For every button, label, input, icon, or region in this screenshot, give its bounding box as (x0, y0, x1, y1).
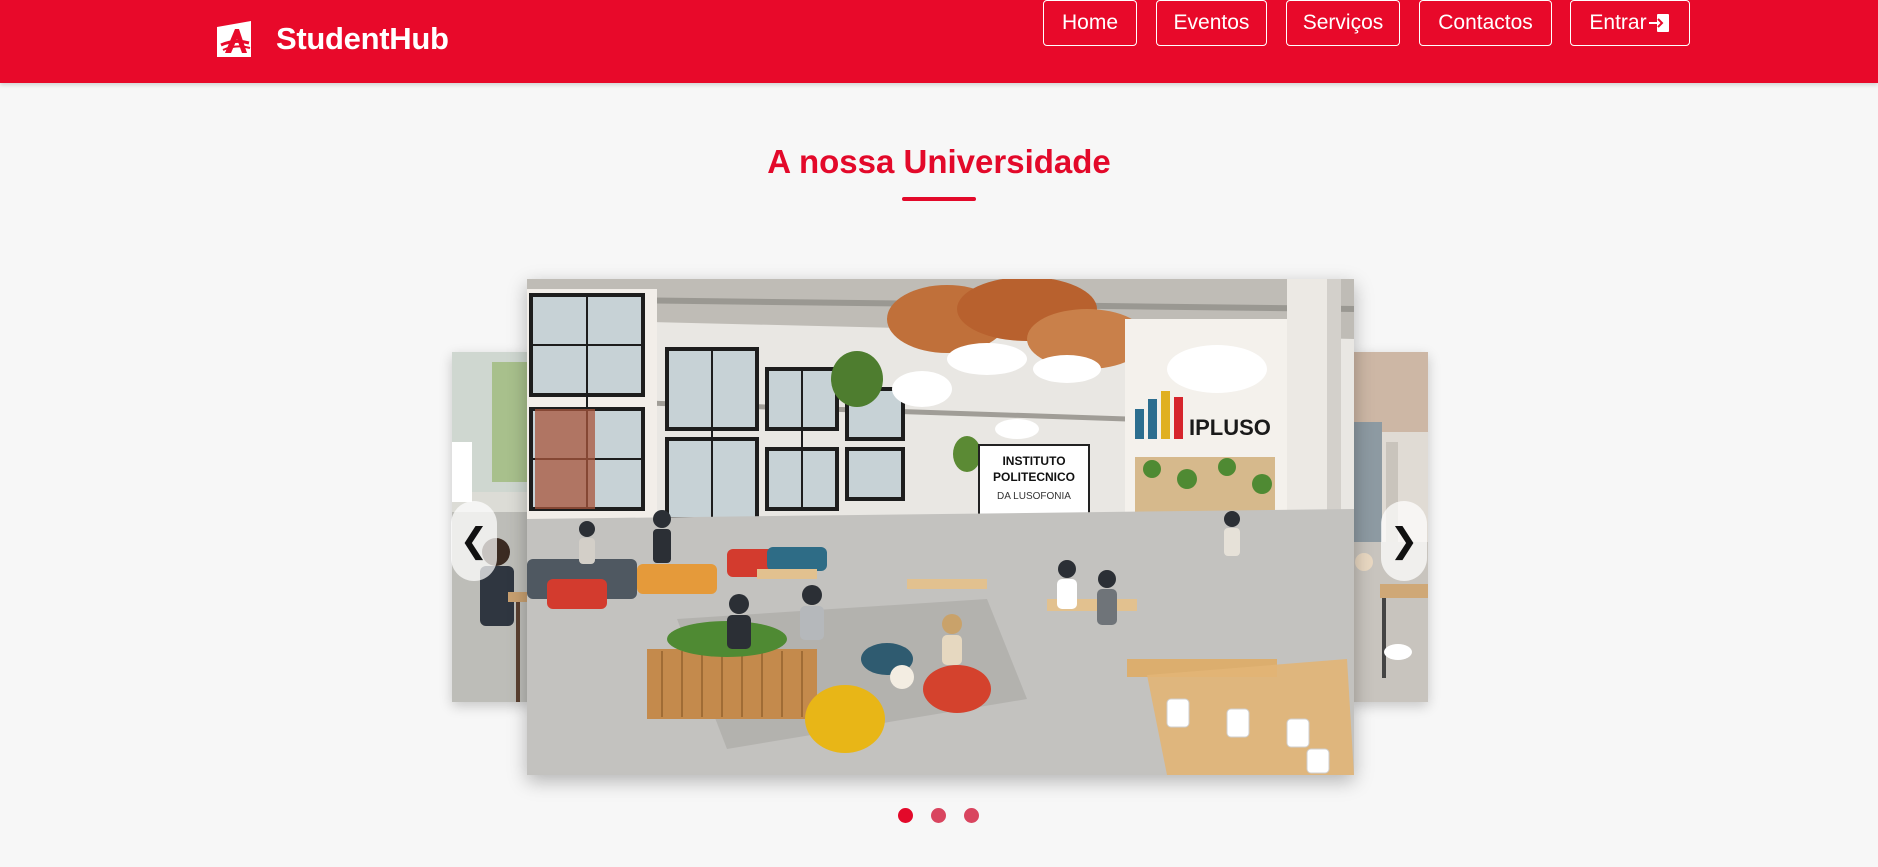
nav-servicos-label: Serviços (1302, 11, 1384, 34)
carousel-dots (898, 808, 997, 823)
university-campus-photo: INSTITUTO POLITECNICO DA LUSOFONIA IPLUS… (527, 279, 1354, 775)
wall-logo-text: IPLUSO (1189, 415, 1271, 440)
sign-line-2: POLITECNICO (993, 470, 1075, 484)
nav-home-button[interactable]: Home (1043, 0, 1137, 46)
nav-login-button[interactable]: Entrar (1570, 0, 1690, 46)
nav-eventos-label: Eventos (1173, 11, 1250, 34)
carousel-dot-1[interactable] (898, 808, 913, 823)
nav-contactos-button[interactable]: Contactos (1419, 0, 1552, 46)
nav-contactos-label: Contactos (1438, 11, 1533, 34)
top-navbar: StudentHub Home Eventos Serviços Contact… (0, 0, 1878, 83)
nav-home-label: Home (1061, 11, 1119, 34)
carousel-dot-3[interactable] (964, 808, 979, 823)
carousel-next-button[interactable]: ❯ (1381, 501, 1427, 581)
login-arrow-icon (1648, 14, 1669, 32)
sign-line-3: DA LUSOFONIA (997, 491, 1071, 502)
chevron-right-icon: ❯ (1389, 522, 1419, 560)
nav-login-label: Entrar (1589, 11, 1647, 34)
carousel-prev-button[interactable]: ❮ (451, 501, 497, 581)
nav-servicos-button[interactable]: Serviços (1286, 0, 1400, 46)
nav-eventos-button[interactable]: Eventos (1156, 0, 1267, 46)
title-underline (902, 197, 976, 201)
brand[interactable]: StudentHub (215, 18, 449, 60)
carousel-dot-2[interactable] (931, 808, 946, 823)
section-title: A nossa Universidade (767, 143, 1111, 180)
chevron-left-icon: ❮ (459, 522, 489, 560)
carousel-active-slide[interactable]: INSTITUTO POLITECNICO DA LUSOFONIA IPLUS… (527, 279, 1354, 775)
brand-name: StudentHub (276, 21, 449, 56)
student-hub-logo-icon (217, 21, 251, 57)
sign-line-1: INSTITUTO (1002, 454, 1065, 468)
